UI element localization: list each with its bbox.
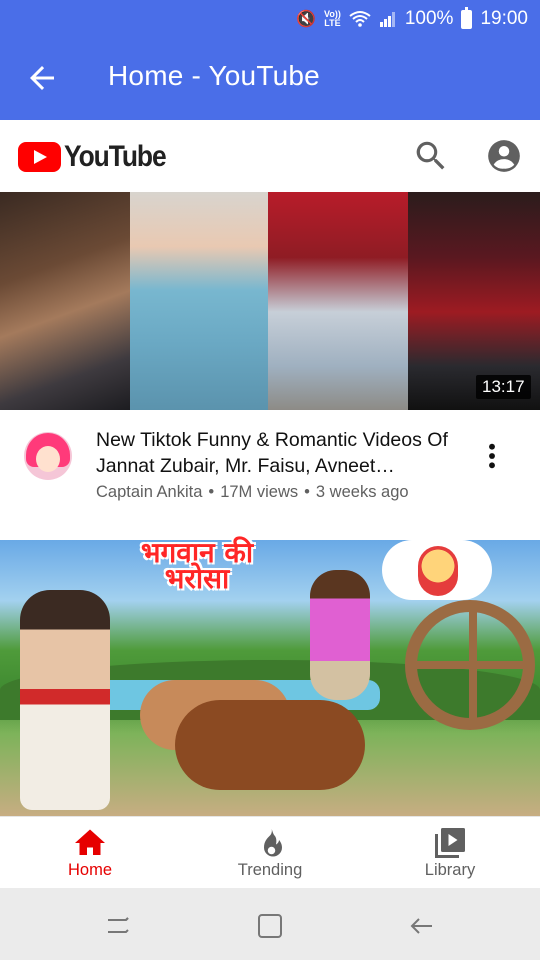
back-icon[interactable] — [404, 908, 440, 944]
youtube-play-icon — [18, 142, 61, 172]
arrow-back-icon[interactable] — [24, 60, 60, 96]
battery-percent: 100% — [404, 8, 454, 29]
thumbnail-title-text: भगवान की भरोसा — [140, 536, 254, 595]
nav-item-trending[interactable]: Trending — [180, 817, 360, 889]
thumbnail-deity-figure — [418, 546, 458, 596]
more-vert-icon[interactable] — [476, 440, 508, 472]
youtube-logo[interactable]: YouTube — [18, 140, 179, 174]
mute-icon: 🔇 — [296, 11, 317, 28]
battery-icon — [461, 6, 473, 29]
library-icon — [435, 828, 465, 858]
lte-label: LTE — [324, 18, 341, 28]
home-square-icon[interactable] — [252, 908, 288, 944]
status-icons: 🔇 Vo)) LTE 100% 19:00 — [296, 6, 528, 30]
home-icon — [75, 829, 105, 855]
bottom-navigation: Home Trending Library — [0, 816, 540, 888]
video-thumbnail[interactable] — [0, 192, 540, 410]
thumbnail-panel — [130, 192, 268, 410]
upload-age: 3 weeks ago — [315, 483, 409, 501]
video-title[interactable]: New Tiktok Funny & Romantic Videos Of Ja… — [96, 427, 456, 479]
thumbnail-ox — [175, 700, 365, 790]
nav-label-trending: Trending — [237, 861, 303, 879]
signal-icon — [379, 12, 395, 27]
nav-label-library: Library — [424, 861, 476, 879]
search-icon[interactable] — [412, 137, 450, 175]
separator-dot: • — [304, 483, 310, 501]
youtube-wordmark: YouTube — [64, 140, 167, 173]
system-navigation-bar — [0, 888, 540, 960]
app-bar: Home - YouTube — [0, 38, 540, 120]
thumbnail-sadhu-figure — [20, 590, 110, 810]
channel-avatar[interactable] — [24, 432, 72, 480]
recent-apps-icon[interactable] — [100, 908, 136, 944]
page-title: Home - YouTube — [108, 60, 320, 91]
battery-fill — [463, 11, 471, 27]
trending-flame-icon — [264, 828, 282, 857]
avatar-face — [36, 446, 60, 472]
thumbnail-farmer-figure — [310, 570, 370, 700]
thumbnail-cart-wheel — [405, 600, 535, 730]
volte-lte-indicator: Vo)) LTE — [324, 10, 341, 28]
wifi-icon — [349, 11, 371, 27]
video-metadata: Captain Ankita • 17M views • 3 weeks ago — [96, 483, 409, 502]
channel-name[interactable]: Captain Ankita — [96, 483, 202, 501]
nav-label-home: Home — [67, 861, 112, 879]
thumbnail-panel — [0, 192, 130, 410]
nav-item-library[interactable]: Library — [360, 817, 540, 889]
youtube-header: YouTube — [0, 120, 540, 192]
separator-dot: • — [208, 483, 215, 501]
nav-item-home[interactable]: Home — [0, 817, 180, 889]
video-duration-badge: 13:17 — [476, 375, 531, 399]
clock: 19:00 — [480, 8, 528, 29]
view-count: 17M views — [220, 483, 299, 501]
thumbnail-panel — [268, 192, 408, 410]
account-icon[interactable] — [485, 137, 523, 175]
status-bar: 🔇 Vo)) LTE 100% 19:00 — [0, 0, 540, 38]
